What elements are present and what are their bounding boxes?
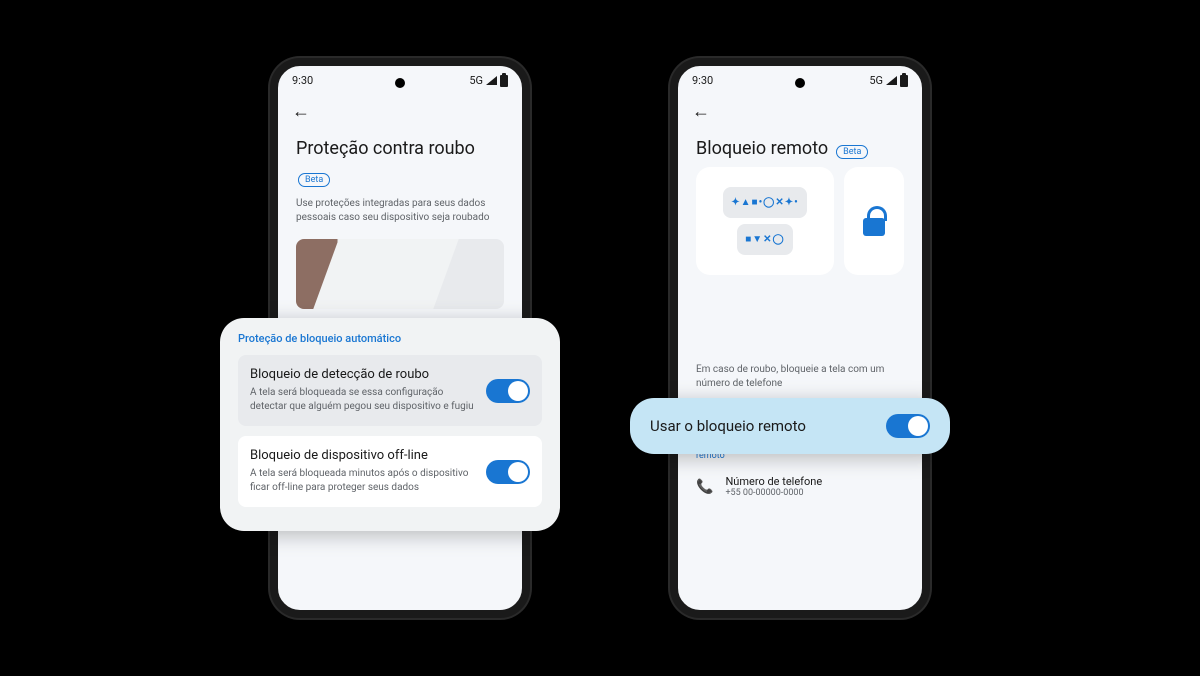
back-button[interactable]: ←: [678, 95, 922, 128]
setting-block-desc: A tela será bloqueada se essa configuraç…: [250, 386, 474, 414]
back-button[interactable]: ←: [278, 95, 522, 128]
help-text: Em caso de roubo, bloqueie a tela com um…: [696, 363, 904, 391]
setting-block-desc: A tela será bloqueada minutos após o dis…: [250, 467, 474, 495]
phone-text: Número de telefone +55 00-00000-0000: [725, 475, 822, 498]
toggle-remote-lock[interactable]: [886, 414, 930, 438]
pattern-line-2: ■▼✕◯: [737, 224, 793, 255]
phone-number-row[interactable]: 📞 Número de telefone +55 00-00000-0000: [696, 475, 904, 498]
overlay-section-header: Proteção de bloqueio automático: [238, 332, 542, 345]
phone-icon: 📞: [696, 479, 713, 495]
status-time: 9:30: [692, 74, 713, 87]
network-label: 5G: [869, 74, 883, 87]
beta-badge: Beta: [836, 145, 868, 159]
title-row: Bloqueio remoto Beta: [696, 138, 904, 159]
overlay-title: Usar o bloqueio remoto: [650, 417, 806, 435]
page-description: Use proteções integradas para seus dados…: [296, 197, 504, 225]
network-label: 5G: [469, 74, 483, 87]
phone-right: 9:30 5G ← Bloqueio remoto Beta ✦▲■•◯✕✦• …: [670, 58, 930, 618]
pattern-line-1: ✦▲■•◯✕✦•: [723, 187, 806, 218]
setting-offline-lock[interactable]: Bloqueio de dispositivo off-line A tela …: [238, 436, 542, 507]
setting-block-title: Bloqueio de dispositivo off-line: [250, 448, 474, 463]
camera-cutout: [395, 78, 405, 88]
lock-card: [844, 167, 904, 275]
illustration: [296, 239, 504, 309]
page-title: Proteção contra roubo: [296, 138, 504, 159]
beta-badge: Beta: [298, 173, 330, 187]
phone-value: +55 00-00000-0000: [725, 488, 822, 498]
toggle-theft-detection[interactable]: [486, 379, 530, 403]
setting-block-text: Bloqueio de detecção de roubo A tela ser…: [250, 367, 474, 414]
overlay-auto-lock: Proteção de bloqueio automático Bloqueio…: [220, 318, 560, 531]
setting-block-title: Bloqueio de detecção de roubo: [250, 367, 474, 382]
status-right: 5G: [469, 74, 508, 87]
signal-icon: [886, 76, 897, 85]
camera-cutout: [795, 78, 805, 88]
setting-theft-detection[interactable]: Bloqueio de detecção de roubo A tela ser…: [238, 355, 542, 426]
lock-icon: [861, 206, 887, 236]
card-row: ✦▲■•◯✕✦• ■▼✕◯: [696, 167, 904, 275]
phone-label: Número de telefone: [725, 475, 822, 488]
toggle-offline-lock[interactable]: [486, 460, 530, 484]
phone-left: 9:30 5G ← Proteção contra roubo Beta Use…: [270, 58, 530, 618]
battery-icon: [500, 75, 508, 87]
battery-icon: [900, 75, 908, 87]
status-right: 5G: [869, 74, 908, 87]
setting-block-text: Bloqueio de dispositivo off-line A tela …: [250, 448, 474, 495]
page-title: Bloqueio remoto: [696, 138, 828, 159]
signal-icon: [486, 76, 497, 85]
pattern-card: ✦▲■•◯✕✦• ■▼✕◯: [696, 167, 834, 275]
status-time: 9:30: [292, 74, 313, 87]
overlay-remote-lock: Usar o bloqueio remoto: [630, 398, 950, 454]
overlay-row[interactable]: Usar o bloqueio remoto: [650, 414, 930, 438]
phone-frame: 9:30 5G ← Bloqueio remoto Beta ✦▲■•◯✕✦• …: [670, 58, 930, 618]
